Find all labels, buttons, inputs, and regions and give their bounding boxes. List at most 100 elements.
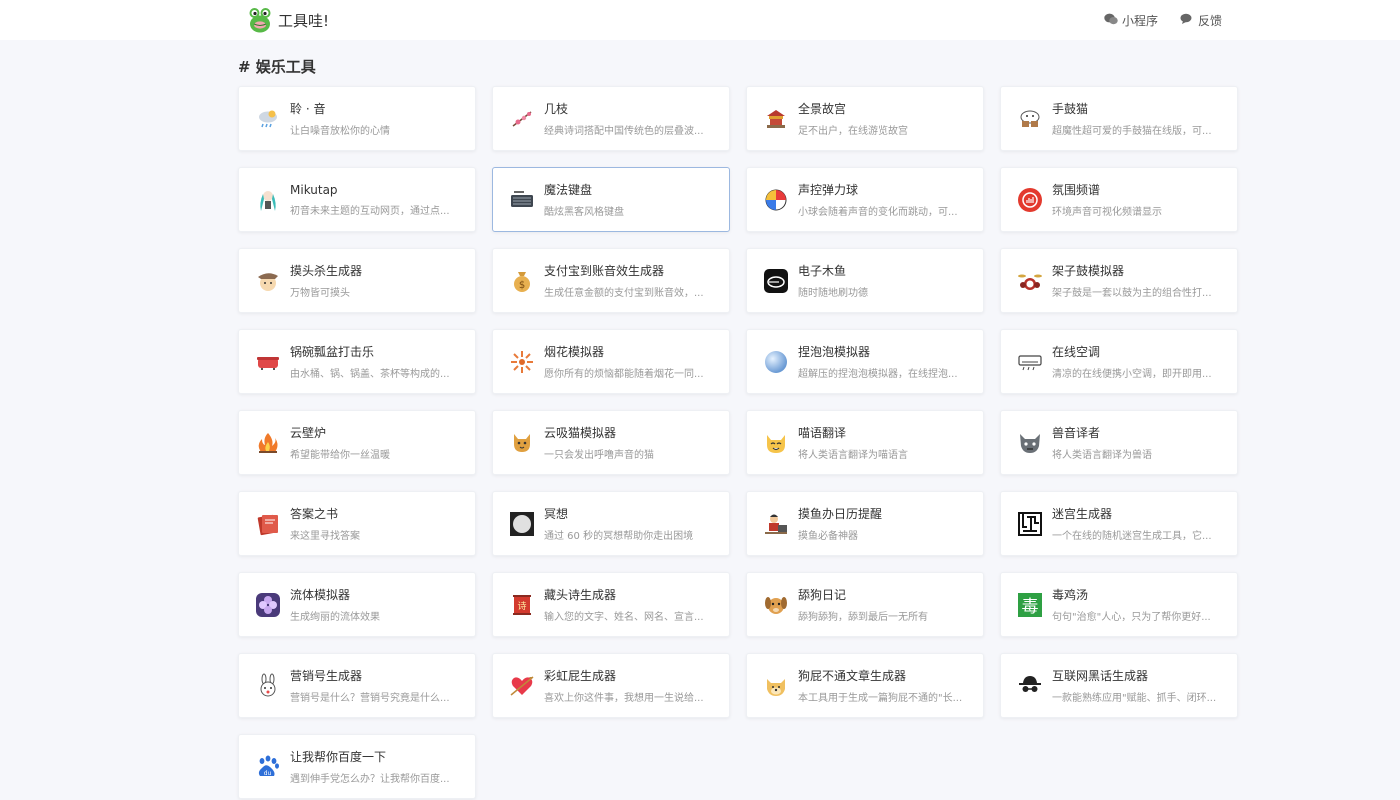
tool-card[interactable]: 冥想 通过 60 秒的冥想帮助你走出困境 xyxy=(492,491,730,556)
air-conditioner-icon xyxy=(1017,349,1043,375)
svg-text:$: $ xyxy=(519,280,525,291)
drum-kit-icon xyxy=(1017,268,1043,294)
tool-desc: 句句"治愈"人心，只为了帮你更好... xyxy=(1052,612,1211,623)
tool-card[interactable]: 毒毒鸡汤句句"治愈"人心，只为了帮你更好... xyxy=(1000,572,1238,637)
top-actions: 小程序 反馈 xyxy=(1104,10,1222,30)
tool-name: 几枝 xyxy=(544,102,569,116)
tool-name: 互联网黑话生成器 xyxy=(1052,669,1149,683)
tool-card[interactable]: 摸头杀生成器 万物皆可摸头 xyxy=(238,248,476,313)
keyboard-icon xyxy=(509,187,535,213)
doge-icon xyxy=(763,673,789,699)
tool-card[interactable]: 电子木鱼 随时随地刷功德 xyxy=(746,248,984,313)
tool-card[interactable]: 兽音译者 将人类语言翻译为兽语 xyxy=(1000,410,1238,475)
wooden-fish-icon xyxy=(763,268,789,294)
tool-desc: 希望能带给你一丝温暖 xyxy=(290,450,390,461)
cat-face-icon xyxy=(763,430,789,456)
tool-card[interactable]: 锅碗瓢盆打击乐 由水桶、锅、锅盖、茶杯等构成的... xyxy=(238,329,476,394)
tool-card[interactable]: 捏泡泡模拟器超解压的捏泡泡模拟器，在线捏泡... xyxy=(746,329,984,394)
chat-icon xyxy=(1180,13,1194,28)
tool-card[interactable]: 云吸猫模拟器 一只会发出呼噜声音的猫 xyxy=(492,410,730,475)
tool-desc: 生成任意金额的支付宝到账音效，... xyxy=(544,288,704,299)
tool-name: 烟花模拟器 xyxy=(544,345,605,359)
tool-card[interactable]: 几枝 经典诗词搭配中国传统色的层叠波... xyxy=(492,86,730,151)
tool-card[interactable]: 云壁炉希望能带给你一丝温暖 xyxy=(238,410,476,475)
tool-desc: 超解压的捏泡泡模拟器，在线捏泡... xyxy=(798,369,958,380)
tool-name: 营销号生成器 xyxy=(290,669,363,683)
tool-name: 流体模拟器 xyxy=(290,588,351,602)
tool-grid: 聆 · 音让白噪音放松你的心情 几枝 经典诗词搭配中国传统色的层叠波... 全景故… xyxy=(238,86,1238,799)
tool-name: 毒鸡汤 xyxy=(1052,588,1089,602)
tool-name: 摸鱼办日历提醒 xyxy=(798,507,883,521)
rabbit-icon xyxy=(255,673,281,699)
tool-desc: 小球会随着声音的变化而跳动，可... xyxy=(798,207,958,218)
tool-name: 舔狗日记 xyxy=(798,588,847,602)
tool-card[interactable]: 烟花模拟器 愿你所有的烦恼都能随着烟花一同... xyxy=(492,329,730,394)
poem-icon: 诗 xyxy=(509,592,535,618)
book-icon xyxy=(255,511,281,537)
tool-card[interactable]: 聆 · 音让白噪音放松你的心情 xyxy=(238,86,476,151)
tool-card[interactable]: 魔法键盘 酷炫黑客风格键盘 xyxy=(492,167,730,232)
plum-branch-icon xyxy=(509,106,535,132)
tool-card[interactable]: 流体模拟器 生成绚丽的流体效果 xyxy=(238,572,476,637)
tool-name: 云壁炉 xyxy=(290,426,327,440)
money-bag-icon: $ xyxy=(509,268,535,294)
fireplace-icon xyxy=(255,430,281,456)
svg-text:诗: 诗 xyxy=(517,601,526,612)
beast-icon xyxy=(1017,430,1043,456)
tool-card[interactable]: $ 支付宝到账音效生成器生成任意金额的支付宝到账音效，... xyxy=(492,248,730,313)
tool-desc: 架子鼓是一套以鼓为主的组合性打... xyxy=(1052,288,1212,299)
tool-name: 捏泡泡模拟器 xyxy=(798,345,871,359)
fluid-icon xyxy=(255,592,281,618)
tool-card[interactable]: 互联网黑话生成器 一款能熟练应用"赋能、抓手、闭环... xyxy=(1000,653,1238,718)
tool-card[interactable]: 在线空调 清凉的在线便携小空调，即开即用... xyxy=(1000,329,1238,394)
mini-program-label: 小程序 xyxy=(1121,13,1158,28)
mini-program-link[interactable]: 小程序 xyxy=(1104,12,1158,29)
tool-card[interactable]: 彩虹屁生成器 喜欢上你这件事，我想用一生说给... xyxy=(492,653,730,718)
tool-card[interactable]: 全景故宫 足不出户，在线游览故宫 xyxy=(746,86,984,151)
tool-name: 狗屁不通文章生成器 xyxy=(798,669,907,683)
tool-card[interactable]: 摸鱼办日历提醒 摸鱼必备神器 xyxy=(746,491,984,556)
tool-desc: 输入您的文字、姓名、网名、宣言... xyxy=(544,612,704,623)
tool-card[interactable]: 迷宫生成器 一个在线的随机迷宫生成工具，它... xyxy=(1000,491,1238,556)
tool-card[interactable]: Mikutap 初音未来主题的互动网页，通过点... xyxy=(238,167,476,232)
tool-name: 藏头诗生成器 xyxy=(544,588,617,602)
tool-name: 电子木鱼 xyxy=(798,264,847,278)
meditation-icon xyxy=(509,511,535,537)
spy-icon xyxy=(1017,673,1043,699)
tool-desc: 通过 60 秒的冥想帮助你走出困境 xyxy=(544,531,694,542)
tool-card[interactable]: du 让我帮你百度一下 遇到伸手党怎么办？让我帮你百度... xyxy=(238,734,476,799)
poison-icon: 毒 xyxy=(1017,592,1043,618)
spectrum-icon xyxy=(1017,187,1043,213)
tool-name: 魔法键盘 xyxy=(544,183,593,197)
pot-icon xyxy=(255,349,281,375)
bubble-icon xyxy=(763,349,789,375)
tool-desc: 舔狗舔狗，舔到最后一无所有 xyxy=(798,612,928,623)
tool-desc: 摸鱼必备神器 xyxy=(798,531,858,542)
cat-icon xyxy=(509,430,535,456)
tool-desc: 将人类语言翻译为喵语言 xyxy=(798,450,908,461)
tool-card[interactable]: 营销号生成器营销号是什么？营销号究竟是什么... xyxy=(238,653,476,718)
tool-desc: 来这里寻找答案 xyxy=(290,531,360,542)
tool-name: 全景故宫 xyxy=(798,102,847,116)
tool-card[interactable]: 诗 藏头诗生成器输入您的文字、姓名、网名、宣言... xyxy=(492,572,730,637)
tool-card[interactable]: 喵语翻译 将人类语言翻译为喵语言 xyxy=(746,410,984,475)
tool-name: 手鼓猫 xyxy=(1052,102,1089,116)
tool-card[interactable]: 狗屁不通文章生成器 本工具用于生成一篇狗屁不通的"长... xyxy=(746,653,984,718)
tool-card[interactable]: 架子鼓模拟器 架子鼓是一套以鼓为主的组合性打... xyxy=(1000,248,1238,313)
tool-card[interactable]: 氛围频谱 环境声音可视化频谱显示 xyxy=(1000,167,1238,232)
tool-desc: 由水桶、锅、锅盖、茶杯等构成的... xyxy=(290,369,450,380)
tool-card[interactable]: 舔狗日记舔狗舔狗，舔到最后一无所有 xyxy=(746,572,984,637)
tool-name: Mikutap xyxy=(290,182,338,197)
tool-desc: 环境声音可视化频谱显示 xyxy=(1052,207,1162,218)
tool-card[interactable]: 声控弹力球 小球会随着声音的变化而跳动，可... xyxy=(746,167,984,232)
tool-name: 支付宝到账音效生成器 xyxy=(544,264,665,278)
tool-card[interactable]: 手鼓猫 超魔性超可爱的手鼓猫在线版，可... xyxy=(1000,86,1238,151)
brand[interactable]: 工具哇! xyxy=(248,5,329,35)
frog-logo-icon xyxy=(248,6,272,34)
top-bar: 工具哇! 小程序 反馈 xyxy=(0,0,1400,40)
feedback-link[interactable]: 反馈 xyxy=(1180,12,1222,29)
tool-desc: 营销号是什么？营销号究竟是什么... xyxy=(290,693,450,704)
tool-name: 答案之书 xyxy=(290,507,339,521)
tool-card[interactable]: 答案之书来这里寻找答案 xyxy=(238,491,476,556)
office-worker-icon xyxy=(763,511,789,537)
